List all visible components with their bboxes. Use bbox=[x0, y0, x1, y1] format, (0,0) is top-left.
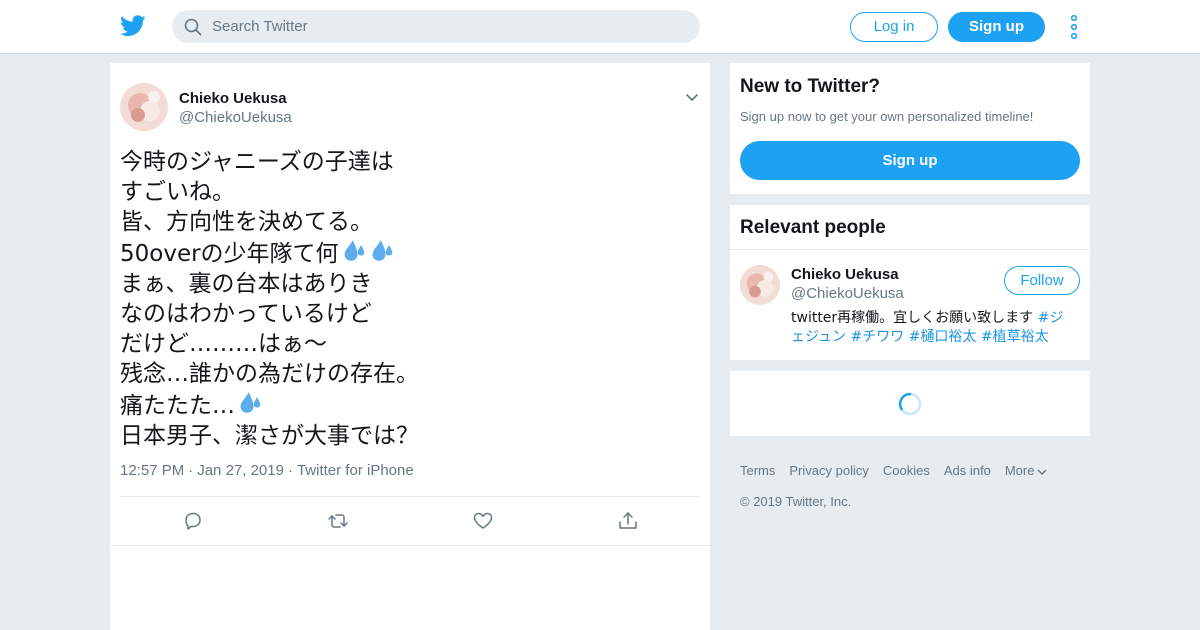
chevron-down-icon bbox=[1037, 469, 1047, 475]
hashtag-link[interactable]: #チワワ bbox=[850, 329, 904, 345]
tweet-line: 今時のジャニーズの子達は bbox=[120, 149, 394, 175]
share-icon[interactable] bbox=[617, 510, 639, 532]
relevant-person-handle[interactable]: @ChiekoUekusa bbox=[791, 285, 904, 302]
more-options-icon[interactable] bbox=[1067, 14, 1081, 40]
sign-up-button[interactable]: Sign up bbox=[948, 12, 1045, 42]
tweet-source[interactable]: Twitter for iPhone bbox=[297, 462, 414, 479]
hashtag-link[interactable]: #植草裕太 bbox=[981, 329, 1049, 345]
tweet-metadata: 12:57 PM · Jan 27, 2019 · Twitter for iPhone bbox=[120, 462, 414, 479]
relevant-person-bio: twitter再稼働。宜しくお願い致します #ジェジュン #チワワ #樋口裕太 … bbox=[791, 309, 1076, 347]
author-name[interactable]: Chieko Uekusa bbox=[179, 90, 287, 107]
footer-link-terms[interactable]: Terms bbox=[740, 463, 775, 478]
tweet-card: Chieko Uekusa @ChiekoUekusa 今時のジャニーズの子達は… bbox=[110, 63, 710, 630]
chevron-down-icon[interactable] bbox=[684, 90, 700, 106]
tweet-line-with-emoji: 痛たたた… bbox=[120, 389, 680, 421]
tweet-line: すごいね。 bbox=[120, 179, 235, 205]
meta-separator: · bbox=[287, 462, 293, 479]
relevant-people-card: Relevant people Chieko Uekusa @ChiekoUek… bbox=[730, 205, 1090, 360]
footer-link-privacy[interactable]: Privacy policy bbox=[789, 463, 868, 478]
sweat-droplets-icon bbox=[240, 392, 261, 413]
tweet-date[interactable]: Jan 27, 2019 bbox=[197, 462, 284, 479]
trends-loading-card bbox=[730, 371, 1090, 436]
copyright: © 2019 Twitter, Inc. bbox=[740, 494, 852, 509]
sweat-droplets-icon bbox=[344, 240, 392, 261]
search-input[interactable] bbox=[212, 10, 682, 43]
tweet-time[interactable]: 12:57 PM bbox=[120, 462, 184, 479]
search-box[interactable] bbox=[172, 10, 700, 43]
top-navigation-bar: Log in Sign up bbox=[0, 0, 1200, 54]
meta-separator: · bbox=[188, 462, 194, 479]
retweet-icon[interactable] bbox=[327, 510, 349, 532]
tweet-line: 日本男子、潔さが大事では？ bbox=[120, 423, 419, 449]
relevant-people-title: Relevant people bbox=[740, 217, 886, 238]
tweet-line: 皆、方向性を決めてる。 bbox=[120, 209, 373, 235]
divider bbox=[120, 496, 700, 497]
hashtag-link[interactable]: #樋口裕太 bbox=[909, 329, 977, 345]
footer-link-ads-info[interactable]: Ads info bbox=[944, 463, 991, 478]
sidebar-sign-up-button[interactable]: Sign up bbox=[740, 141, 1080, 180]
footer-links: Terms Privacy policy Cookies Ads info More bbox=[740, 463, 1062, 478]
new-to-twitter-description: Sign up now to get your own personalized… bbox=[740, 109, 1034, 124]
tweet-line-with-emoji: 50overの少年隊て何 bbox=[120, 237, 680, 269]
tweet-line: 残念…誰かの為だけの存在。 bbox=[120, 361, 419, 387]
tweet-line: だけど………はぁ〜 bbox=[120, 331, 327, 357]
more-label: More bbox=[1004, 463, 1035, 478]
tweet-line: 痛たたた… bbox=[120, 393, 235, 419]
log-in-button[interactable]: Log in bbox=[850, 12, 938, 42]
tweet-line: まぁ、裏の台本はありき bbox=[120, 271, 373, 297]
like-heart-icon[interactable] bbox=[472, 510, 494, 532]
search-icon bbox=[184, 18, 202, 36]
reply-icon[interactable] bbox=[182, 510, 204, 532]
twitter-bird-logo-icon[interactable] bbox=[120, 14, 146, 38]
avatar[interactable] bbox=[120, 83, 168, 131]
follow-button[interactable]: Follow bbox=[1004, 266, 1080, 295]
author-handle[interactable]: @ChiekoUekusa bbox=[179, 109, 292, 126]
divider bbox=[730, 249, 1090, 250]
new-to-twitter-card: New to Twitter? Sign up now to get your … bbox=[730, 63, 1090, 194]
tweet-line: 50overの少年隊て何 bbox=[120, 241, 339, 267]
relevant-person-name[interactable]: Chieko Uekusa bbox=[791, 266, 899, 283]
tweet-text: 今時のジャニーズの子達は すごいね。 皆、方向性を決めてる。 50overの少年… bbox=[120, 147, 680, 451]
bio-text: twitter再稼働。宜しくお願い致します bbox=[791, 310, 1038, 326]
tweet-line: なのはわかっているけど bbox=[120, 301, 372, 327]
loading-spinner-icon bbox=[898, 392, 922, 416]
new-to-twitter-title: New to Twitter? bbox=[740, 76, 881, 97]
divider bbox=[110, 545, 710, 546]
footer-link-more[interactable]: More bbox=[1005, 463, 1049, 478]
avatar[interactable] bbox=[740, 265, 780, 305]
footer-link-cookies[interactable]: Cookies bbox=[883, 463, 930, 478]
